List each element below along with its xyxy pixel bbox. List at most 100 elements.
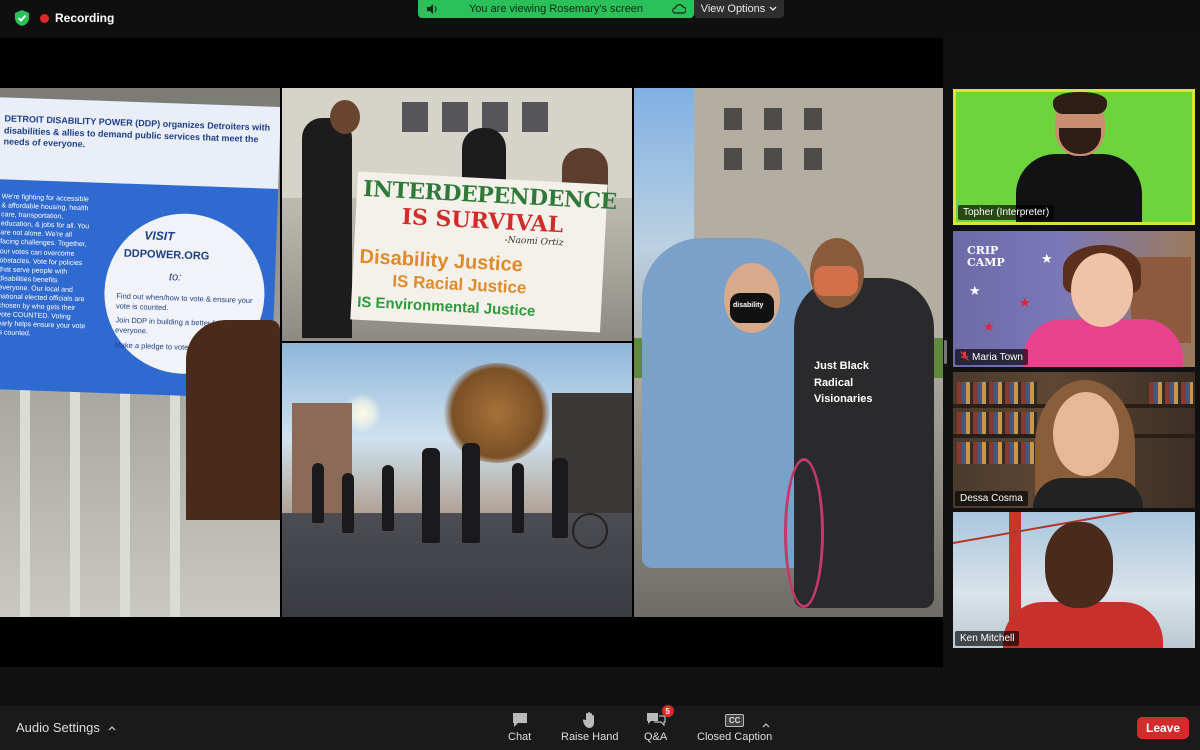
flyer-photo: DETROIT DISABILITY POWER (DDP) organizes…: [0, 88, 280, 617]
wheelchair-wheel: [784, 458, 824, 608]
activist-right-mask: [814, 266, 858, 296]
chevron-up-icon[interactable]: [762, 720, 770, 730]
street-march-photo: [282, 343, 632, 617]
view-options-button[interactable]: View Options: [694, 0, 784, 18]
viewing-screen-banner: You are viewing Rosemary's screen: [418, 0, 694, 18]
shared-screen-stage: DETROIT DISABILITY POWER (DDP) organizes…: [0, 38, 943, 667]
view-options-label: View Options: [700, 3, 766, 15]
banner-line: Disability Justice: [359, 245, 524, 277]
participant-name-tag: Topher (Interpreter): [958, 205, 1055, 220]
participant-face: [1053, 392, 1119, 476]
cloud-icon: [672, 3, 687, 18]
star-icon: ★: [969, 283, 981, 298]
activist-left-mask: disability: [730, 293, 774, 323]
speaker-icon: [426, 3, 438, 18]
books: [957, 412, 1037, 434]
marcher: [382, 465, 394, 531]
books: [957, 442, 1037, 464]
qa-button[interactable]: 5 Q&A: [644, 705, 674, 743]
marcher: [552, 458, 568, 538]
participant-face: [1071, 253, 1133, 327]
top-bar: Recording You are viewing Rosemary's scr…: [0, 0, 1200, 38]
qa-icon: 5: [646, 705, 674, 729]
window: [442, 102, 468, 132]
banner-attribution: -Naomi Ortiz: [504, 235, 564, 249]
window: [724, 148, 742, 170]
background-caption: CRIP CAMP: [967, 244, 1005, 269]
two-activists-photo: disability Just Black Radical Visionarie…: [634, 88, 943, 617]
closed-caption-label: Closed Caption: [697, 731, 773, 743]
chevron-down-icon: [769, 3, 777, 15]
tree: [442, 363, 552, 463]
recording-dot-icon: [40, 13, 49, 23]
participant-tile[interactable]: CRIP CAMP ★ ★ ★ ★ Maria Town: [953, 231, 1195, 367]
participant-tile[interactable]: Dessa Cosma: [953, 372, 1195, 508]
window: [522, 102, 548, 132]
participant-name: Maria Town: [972, 351, 1023, 363]
cc-icon-text: CC: [724, 713, 745, 727]
chevron-up-icon[interactable]: [108, 723, 116, 733]
qa-label: Q&A: [644, 731, 668, 743]
participant-name: Ken Mitchell: [960, 633, 1015, 644]
closed-caption-icon: CC: [724, 711, 745, 729]
recording-indicator[interactable]: Recording: [40, 10, 114, 26]
panel-resize-handle[interactable]: [944, 340, 947, 364]
audio-settings-button[interactable]: Audio Settings: [16, 720, 116, 735]
participant-body: [1003, 602, 1163, 648]
window: [804, 148, 822, 170]
chat-button[interactable]: Chat: [508, 711, 531, 743]
books: [1149, 382, 1193, 404]
mask-text: disability: [733, 302, 764, 309]
protester: [302, 118, 352, 338]
audio-settings-label: Audio Settings: [16, 720, 100, 735]
protest-banner: INTERDEPENDENCE IS SURVIVAL -Naomi Ortiz…: [350, 171, 617, 333]
marcher: [342, 473, 354, 533]
participant-name: Topher (Interpreter): [963, 207, 1050, 218]
shared-screen-content: DETROIT DISABILITY POWER (DDP) organizes…: [0, 88, 943, 617]
meeting-toolbar: Audio Settings Chat Raise Hand 5 Q&A CC …: [0, 705, 1200, 750]
qa-badge: 5: [661, 705, 674, 717]
raise-hand-icon: [582, 711, 598, 729]
participant-body: [1033, 478, 1143, 508]
window: [804, 108, 822, 130]
participant-name-tag: Ken Mitchell: [955, 631, 1020, 646]
star-icon: ★: [1041, 251, 1053, 266]
bike-wheel: [572, 513, 608, 549]
hand: [186, 320, 280, 520]
participant-name-tag: Maria Town: [955, 349, 1028, 365]
viewing-screen-text: You are viewing Rosemary's screen: [468, 3, 644, 15]
flyer-to: to:: [168, 271, 182, 284]
window: [764, 148, 782, 170]
window: [724, 108, 742, 130]
microphone-muted-icon: [960, 351, 969, 363]
chat-label: Chat: [508, 731, 532, 743]
participant-hair: [1053, 92, 1107, 114]
protester-head: [330, 100, 360, 134]
books: [957, 382, 1037, 404]
marcher: [422, 448, 440, 543]
flyer-bullet: Find out when/how to vote & ensure your …: [115, 291, 253, 313]
recording-label: Recording: [55, 11, 115, 25]
shirt-text: Just Black Radical Visionaries: [814, 360, 873, 405]
protest-banner-photo: INTERDEPENDENCE IS SURVIVAL -Naomi Ortiz…: [282, 88, 632, 341]
star-icon: ★: [983, 319, 995, 334]
closed-caption-button[interactable]: CC Closed Caption: [697, 711, 772, 743]
flyer-visit: VISIT: [144, 228, 175, 244]
participant-name-tag: Dessa Cosma: [955, 491, 1028, 506]
shield-icon[interactable]: [12, 8, 32, 28]
flyer-list: We're fighting for accessible & affordab…: [0, 193, 90, 338]
raise-hand-label: Raise Hand: [561, 731, 619, 743]
participant-tile[interactable]: Ken Mitchell: [953, 512, 1195, 648]
leave-button[interactable]: Leave: [1137, 717, 1189, 739]
raise-hand-button[interactable]: Raise Hand: [561, 711, 618, 743]
star-icon: ★: [1019, 295, 1031, 310]
marcher: [462, 443, 480, 543]
participant-face: [1045, 522, 1113, 608]
window: [402, 102, 428, 132]
window: [764, 108, 782, 130]
marcher: [312, 463, 324, 523]
participant-name: Dessa Cosma: [960, 493, 1023, 504]
chat-icon: [511, 711, 529, 729]
marcher: [512, 463, 524, 533]
participant-tile[interactable]: Topher (Interpreter): [953, 89, 1195, 225]
